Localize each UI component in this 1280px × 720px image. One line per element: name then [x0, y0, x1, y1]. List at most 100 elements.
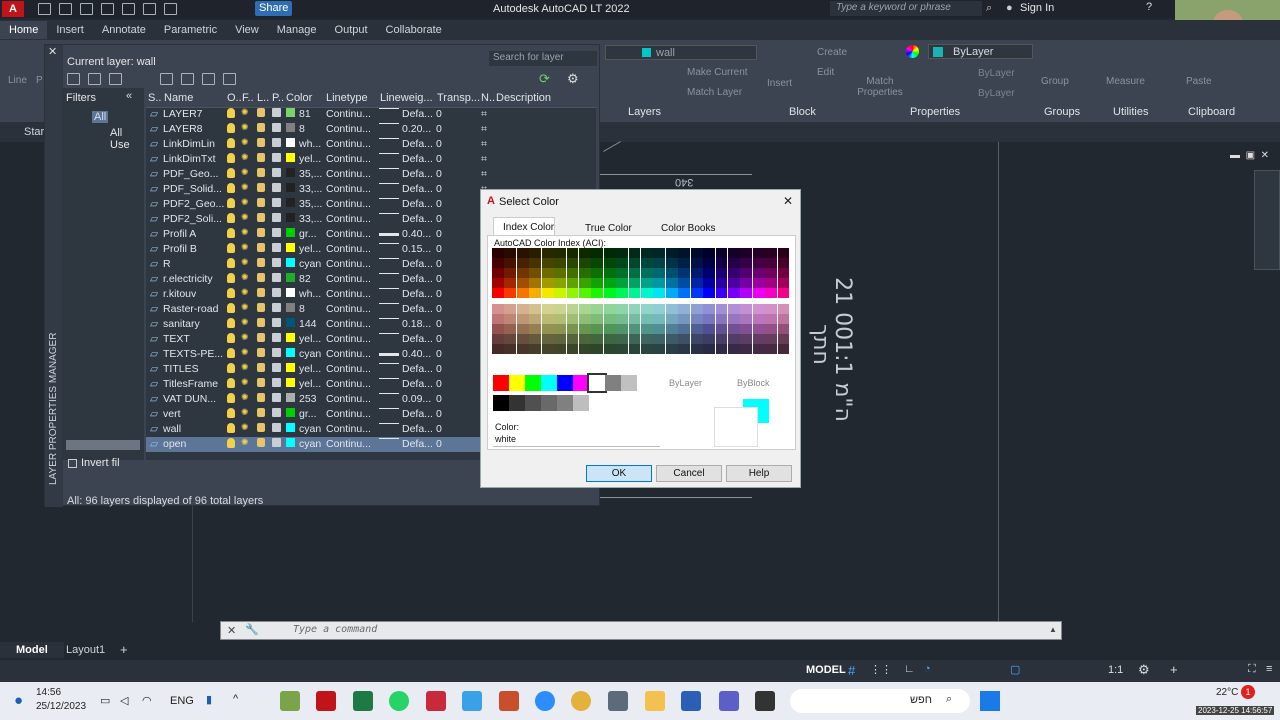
aci-swatch[interactable]	[554, 268, 566, 278]
aci-swatch[interactable]	[777, 334, 790, 344]
aci-swatch[interactable]	[566, 314, 579, 324]
line-tool-label[interactable]: Line	[8, 75, 27, 86]
layer-linetype[interactable]: Continu...	[326, 318, 371, 330]
vp-freeze-icon[interactable]: ⌗	[481, 123, 487, 136]
aci-swatch[interactable]	[653, 344, 666, 354]
tab-parametric[interactable]: Parametric	[155, 21, 226, 39]
vp-freeze-icon[interactable]: ⌗	[481, 108, 487, 121]
color-input[interactable]: white	[493, 433, 660, 447]
new-icon[interactable]	[38, 3, 51, 15]
aci-swatch[interactable]	[492, 344, 504, 354]
paste-button[interactable]: Paste	[1186, 76, 1212, 87]
edit-block-button[interactable]: Edit	[817, 67, 834, 78]
gray-color-swatch[interactable]	[557, 395, 573, 411]
col-description[interactable]: Description	[496, 92, 551, 104]
aci-swatch[interactable]	[603, 334, 616, 344]
aci-swatch[interactable]	[641, 278, 653, 288]
aci-swatch[interactable]	[715, 278, 728, 288]
aci-swatch[interactable]	[641, 248, 653, 258]
plot-printer-icon[interactable]	[272, 213, 281, 222]
plot-printer-icon[interactable]	[272, 318, 281, 327]
aci-swatch[interactable]	[541, 278, 554, 288]
aci-swatch[interactable]	[653, 268, 666, 278]
layer-name[interactable]: VAT DUN...	[163, 393, 216, 405]
aci-swatch[interactable]	[641, 314, 653, 324]
aci-swatch[interactable]	[653, 248, 666, 258]
aci-swatch[interactable]	[591, 248, 604, 258]
fullscreen-icon[interactable]: ⛶	[1248, 663, 1256, 676]
cancel-button[interactable]: Cancel	[656, 465, 722, 482]
on-bulb-icon[interactable]	[227, 288, 235, 298]
layer-name[interactable]: LAYER7	[163, 108, 203, 120]
layer-lineweight[interactable]: Defa...	[402, 138, 433, 150]
col-color[interactable]: Color	[286, 92, 312, 104]
layer-transparency[interactable]: 0	[436, 318, 442, 330]
match-properties-button[interactable]: Match Properties	[856, 76, 904, 98]
aci-swatch[interactable]	[678, 248, 691, 258]
aci-swatch[interactable]	[715, 334, 728, 344]
table-row[interactable]: ▱ LAYER8 ✺ 8 Continu... 0.20... 0 ⌗	[146, 122, 596, 137]
clock-time[interactable]: 14:56	[36, 687, 61, 698]
aci-swatch[interactable]	[752, 334, 765, 344]
redo-icon[interactable]	[164, 3, 177, 15]
aci-swatch[interactable]	[492, 258, 504, 268]
plot-printer-icon[interactable]	[272, 393, 281, 402]
layer-color-swatch[interactable]	[286, 123, 295, 132]
layer-linetype[interactable]: Continu...	[326, 138, 371, 150]
thaw-sun-icon[interactable]: ✺	[241, 303, 250, 312]
layer-lineweight[interactable]: Defa...	[402, 258, 433, 270]
keyword-search-input[interactable]: Type a keyword or phrase	[830, 1, 982, 16]
layer-color-name[interactable]: 8	[299, 123, 305, 135]
aci-swatch[interactable]	[653, 278, 666, 288]
plot-printer-icon[interactable]	[272, 438, 281, 447]
aci-swatch[interactable]	[765, 288, 778, 298]
layer-color-name[interactable]: cyan	[299, 438, 321, 450]
layer-linetype[interactable]: Continu...	[326, 168, 371, 180]
on-bulb-icon[interactable]	[227, 183, 235, 193]
plot-printer-icon[interactable]	[272, 108, 281, 117]
thaw-sun-icon[interactable]: ✺	[241, 228, 250, 237]
collapse-filters-icon[interactable]: «	[126, 90, 132, 102]
refresh-icon[interactable]: ⟳	[539, 71, 550, 87]
aci-swatch[interactable]	[578, 324, 591, 334]
aci-swatch[interactable]	[516, 304, 529, 314]
layer-transparency[interactable]: 0	[436, 393, 442, 405]
on-bulb-icon[interactable]	[227, 243, 235, 253]
aci-swatch[interactable]	[653, 288, 666, 298]
layer-color-name[interactable]: 33,...	[299, 213, 322, 225]
aci-swatch[interactable]	[653, 304, 666, 314]
aci-swatch[interactable]	[541, 248, 554, 258]
tab-true-color[interactable]: True Color	[585, 223, 632, 234]
layer-color-swatch[interactable]	[286, 363, 295, 372]
aci-swatch[interactable]	[653, 314, 666, 324]
layer-color-swatch[interactable]	[286, 108, 295, 117]
new-layer-icon[interactable]	[160, 73, 173, 85]
on-bulb-icon[interactable]	[227, 213, 235, 223]
battery-icon[interactable]: ▭	[100, 694, 110, 707]
aci-swatch[interactable]	[554, 248, 566, 258]
aci-swatch[interactable]	[641, 304, 653, 314]
aci-swatch[interactable]	[554, 304, 566, 314]
aci-swatch[interactable]	[516, 268, 529, 278]
thaw-sun-icon[interactable]: ✺	[241, 243, 250, 252]
aci-swatch[interactable]	[740, 258, 753, 268]
aci-swatch[interactable]	[777, 344, 790, 354]
model-space-button[interactable]: MODEL	[806, 664, 846, 676]
layer-name[interactable]: r.kitouv	[163, 288, 196, 300]
aci-swatch[interactable]	[492, 324, 504, 334]
plot-printer-icon[interactable]	[272, 168, 281, 177]
show-hidden-icons[interactable]: ^	[233, 693, 238, 705]
aci-swatch[interactable]	[628, 248, 641, 258]
layer-linetype[interactable]: Continu...	[326, 348, 371, 360]
insert-block-button[interactable]: Insert	[767, 78, 792, 89]
aci-swatch[interactable]	[616, 288, 629, 298]
layer-lineweight[interactable]: Defa...	[402, 333, 433, 345]
layer-lineweight[interactable]: Defa...	[402, 213, 433, 225]
layer-color-name[interactable]: 253	[299, 393, 317, 405]
layer-color-name[interactable]: yel...	[299, 378, 321, 390]
invert-filter-checkbox[interactable]	[68, 459, 77, 468]
plot-printer-icon[interactable]	[272, 138, 281, 147]
aci-swatch[interactable]	[678, 278, 691, 288]
delete-layer-icon[interactable]	[202, 73, 215, 85]
layer-lineweight[interactable]: Defa...	[402, 273, 433, 285]
